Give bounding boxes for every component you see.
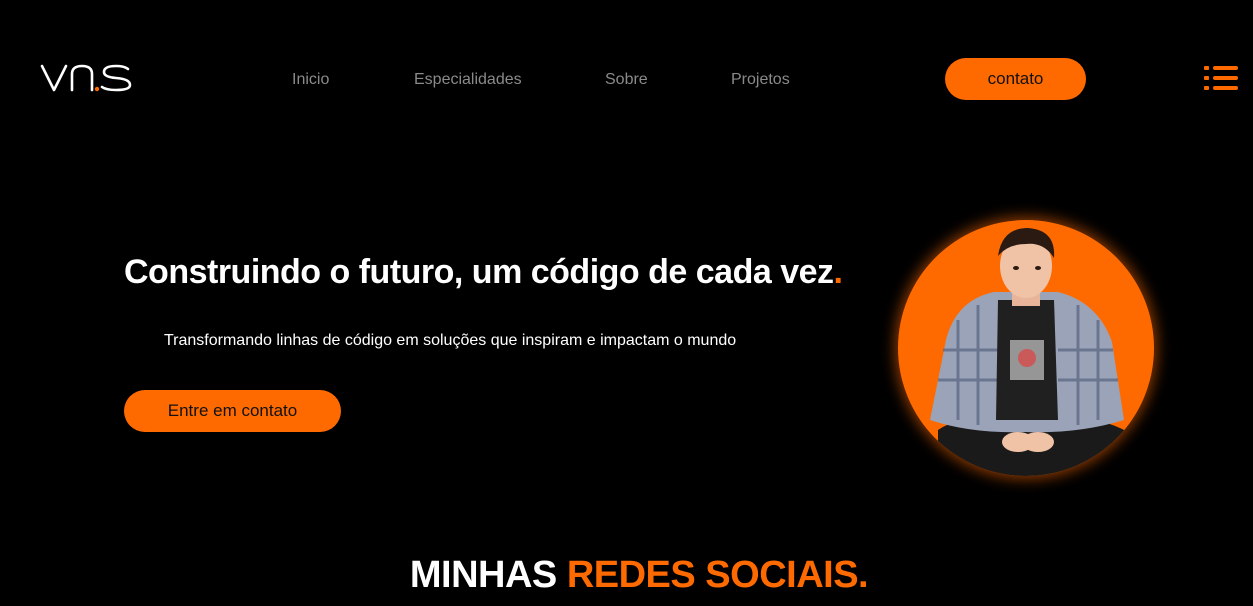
hero-title-text: Construindo o futuro, um código de cada … [124,253,834,291]
hero-title-dot: . [833,253,843,291]
logo[interactable] [40,58,134,98]
contact-cta-button[interactable]: Entre em contato [124,390,341,432]
hero-title: Construindo o futuro, um código de cada … [124,250,843,294]
profile-photo [898,220,1154,476]
nav-link-sobre[interactable]: Sobre [605,70,648,90]
hero-subtitle: Transformando linhas de código em soluçõ… [164,332,737,349]
menu-button[interactable] [1204,64,1240,92]
person-illustration [930,228,1128,476]
social-title-orange: REDES SOCIAIS. [566,554,869,596]
social-section-title: MINHAS REDES SOCIAIS. [0,552,1253,598]
nav-link-projetos[interactable]: Projetos [731,70,790,90]
social-title-white: MINHAS [409,554,557,596]
hamburger-list-icon [1204,66,1238,90]
nav-link-especialidades[interactable]: Especialidades [414,70,522,90]
page: Inicio Especialidades Sobre Projetos con… [0,0,1253,606]
nav-link-inicio[interactable]: Inicio [292,70,329,90]
contact-button[interactable]: contato [945,58,1086,100]
